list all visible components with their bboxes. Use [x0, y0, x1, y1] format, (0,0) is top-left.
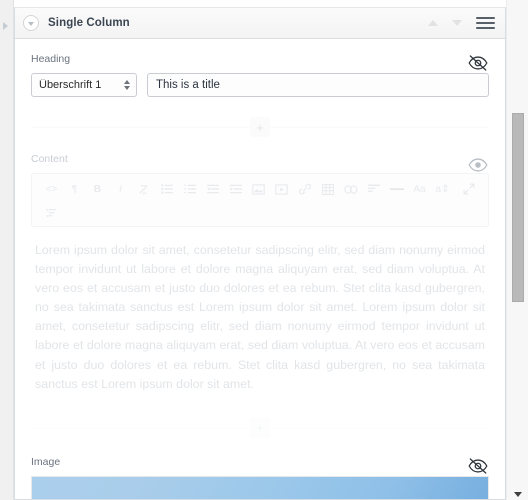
insert-image-icon[interactable] — [247, 180, 270, 198]
left-gutter — [0, 0, 14, 500]
clear-formatting-icon[interactable] — [132, 180, 155, 198]
heading-block: Heading Überschrift 1 — [15, 39, 505, 113]
hamburger-menu-icon[interactable] — [476, 14, 495, 32]
eye-on-icon[interactable] — [465, 153, 491, 177]
add-block-button[interactable]: + — [250, 417, 270, 438]
panel-header: Single Column — [15, 8, 505, 39]
header-tools — [428, 14, 499, 32]
paragraph-pilcrow-icon[interactable]: ¶ — [63, 180, 86, 198]
ordered-list-icon[interactable] — [178, 180, 201, 198]
insert-video-icon[interactable] — [270, 180, 293, 198]
heading-level-select[interactable]: Überschrift 1 — [31, 73, 137, 97]
indent-decrease-icon[interactable] — [201, 180, 224, 198]
heading-level-value: Überschrift 1 — [39, 79, 102, 91]
italic-icon[interactable]: I — [109, 180, 132, 198]
scrollbar-thumb[interactable] — [512, 113, 524, 302]
indent-increase-icon[interactable] — [224, 180, 247, 198]
content-body-text[interactable]: Lorem ipsum dolor sit amet, consetetur s… — [31, 227, 489, 398]
triangle-right-icon[interactable] — [3, 22, 8, 30]
source-code-icon[interactable]: <> — [40, 180, 63, 198]
content-block: Content <> ¶ B I Aa a⇕ Lorem ipsum dolor… — [15, 141, 505, 414]
add-block-button[interactable]: + — [250, 117, 270, 137]
insert-table-icon[interactable] — [316, 180, 339, 198]
eye-off-icon[interactable] — [465, 454, 491, 478]
line-height-icon[interactable]: a⇕ — [431, 180, 454, 198]
stepper-up-down-icon[interactable] — [124, 80, 130, 90]
chevron-down-icon[interactable] — [23, 15, 39, 31]
page-title: Single Column — [48, 17, 130, 29]
image-block: Image — [15, 441, 505, 499]
vertical-scrollbar[interactable] — [506, 0, 528, 500]
chevron-glyph — [28, 21, 34, 26]
sort-icon[interactable] — [40, 204, 63, 222]
insert-link-icon[interactable] — [293, 180, 316, 198]
add-block-divider-top: + — [15, 113, 505, 141]
fullscreen-icon[interactable] — [457, 180, 480, 198]
triangle-down-icon[interactable] — [452, 20, 462, 26]
add-block-divider-bottom: + — [15, 413, 505, 442]
triangle-up-icon[interactable] — [428, 20, 438, 26]
burger-line — [476, 22, 495, 24]
content-label: Content — [31, 153, 68, 165]
bold-icon[interactable]: B — [86, 180, 109, 198]
single-column-panel: Single Column Heading Überschrift 1 This… — [14, 8, 506, 500]
burger-line — [476, 17, 495, 19]
image-label: Image — [31, 455, 61, 468]
align-left-icon[interactable] — [362, 180, 385, 198]
heading-label: Heading — [31, 53, 71, 65]
page-builder-root: Single Column Heading Überschrift 1 This… — [0, 0, 528, 500]
horizontal-rule-icon[interactable] — [385, 180, 408, 198]
stepper-up — [124, 80, 130, 84]
rich-text-toolbar[interactable]: <> ¶ B I Aa a⇕ — [31, 173, 489, 227]
heading-row: Überschrift 1 — [31, 73, 489, 97]
top-strip — [14, 0, 506, 8]
anchor-link-icon[interactable] — [339, 180, 362, 198]
image-preview[interactable] — [31, 475, 489, 499]
stepper-down — [124, 86, 130, 90]
font-size-icon[interactable]: Aa — [408, 180, 431, 198]
unordered-list-icon[interactable] — [155, 180, 178, 198]
burger-line — [476, 27, 495, 29]
heading-title-input[interactable] — [147, 73, 489, 97]
eye-off-icon[interactable] — [465, 51, 491, 75]
scroll-down-arrow-icon[interactable] — [514, 492, 522, 497]
